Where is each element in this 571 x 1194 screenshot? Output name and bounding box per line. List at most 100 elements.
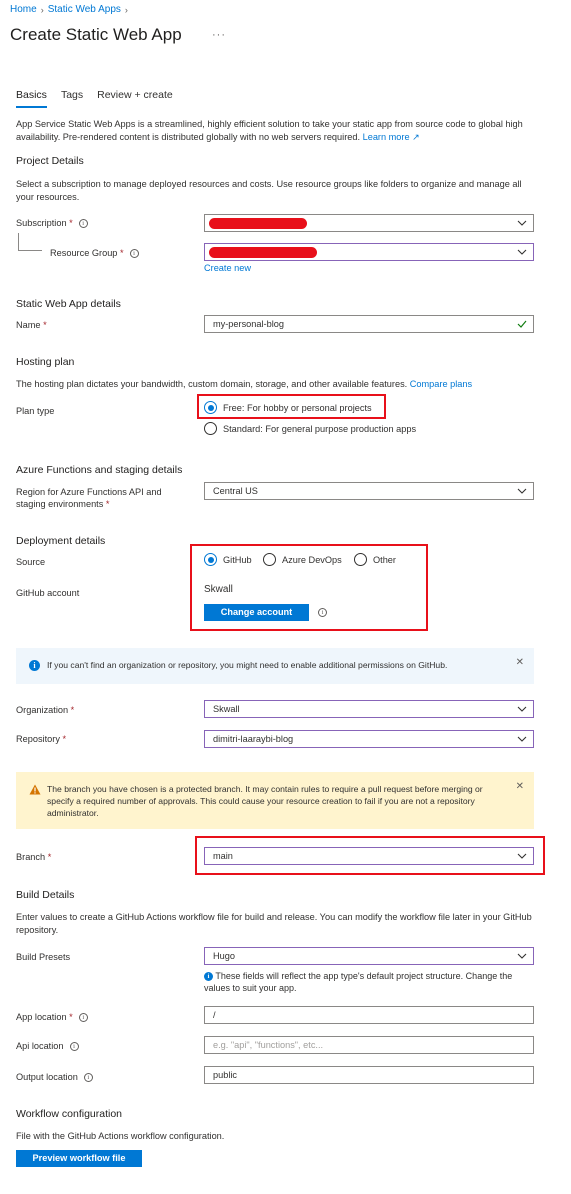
project-details-description: Select a subscription to manage deployed… <box>16 179 522 202</box>
info-icon[interactable]: i <box>78 219 88 229</box>
repository-label: Repository * <box>16 733 66 745</box>
region-dropdown[interactable]: Central US <box>204 482 534 500</box>
info-icon[interactable]: i <box>318 608 327 617</box>
required-marker: * <box>43 320 47 330</box>
info-icon[interactable]: i <box>78 1013 88 1023</box>
api-location-input[interactable]: e.g. "api", "functions", etc... <box>204 1036 534 1054</box>
close-icon[interactable]: ✕ <box>516 781 524 792</box>
resource-group-label: Resource Group * i <box>50 247 139 259</box>
more-options-icon[interactable]: ··· <box>212 29 226 41</box>
info-icon[interactable]: i <box>129 249 139 259</box>
chevron-down-icon <box>517 704 527 714</box>
organization-label-text: Organization <box>16 705 69 715</box>
build-description: Enter values to create a GitHub Actions … <box>16 912 532 935</box>
info-icon[interactable]: i <box>83 1073 93 1083</box>
page-title: Create Static Web App <box>10 25 182 44</box>
tab-bar: Basics Tags Review + create <box>16 89 173 108</box>
region-value: Central US <box>213 486 258 496</box>
redaction-mark <box>209 218 307 229</box>
build-presets-dropdown[interactable]: Hugo <box>204 947 534 965</box>
info-filled-icon: i <box>204 972 213 982</box>
breadcrumb-static-web-apps[interactable]: Static Web Apps <box>48 4 121 15</box>
resource-group-dropdown[interactable] <box>204 243 534 261</box>
workflow-description: File with the GitHub Actions workflow co… <box>16 1131 225 1141</box>
plan-free-radio[interactable]: Free: For hobby or personal projects <box>204 401 372 414</box>
output-location-label: Output location i <box>16 1071 93 1083</box>
learn-more-link[interactable]: Learn more ↗ <box>363 132 420 142</box>
source-other-radio[interactable]: Other <box>354 553 396 566</box>
output-location-label-text: Output location <box>16 1072 78 1082</box>
build-presets-label: Build Presets <box>16 952 71 962</box>
warning-banner-text: The branch you have chosen is a protecte… <box>47 784 483 818</box>
warning-banner: The branch you have chosen is a protecte… <box>16 772 534 829</box>
info-filled-icon: i <box>29 660 40 671</box>
subscription-dropdown[interactable] <box>204 214 534 232</box>
info-banner: i If you can't find an organization or r… <box>16 648 534 684</box>
required-marker: * <box>119 248 124 258</box>
tree-connector <box>18 233 42 251</box>
breadcrumb-home[interactable]: Home <box>10 4 37 15</box>
api-location-label-text: Api location <box>16 1041 64 1051</box>
api-location-label: Api location i <box>16 1040 79 1052</box>
required-marker: * <box>70 705 75 715</box>
source-github-label: GitHub <box>223 554 252 565</box>
github-account-label: GitHub account <box>16 588 80 598</box>
external-link-icon: ↗ <box>412 132 420 142</box>
chevron-right-icon: › <box>40 4 44 15</box>
plan-standard-label: Standard: For general purpose production… <box>223 423 417 434</box>
app-location-label: App location * i <box>16 1011 88 1023</box>
build-presets-note: i These fields will reflect the app type… <box>204 970 524 994</box>
required-marker: * <box>69 218 73 228</box>
chevron-down-icon <box>517 486 527 496</box>
change-account-button[interactable]: Change account <box>204 604 309 621</box>
warning-icon <box>29 784 41 798</box>
name-input[interactable]: my-personal-blog <box>204 315 534 333</box>
preview-workflow-button[interactable]: Preview workflow file <box>16 1150 142 1167</box>
organization-dropdown[interactable]: Skwall <box>204 700 534 718</box>
plan-standard-radio[interactable]: Standard: For general purpose production… <box>204 422 416 435</box>
repository-label-text: Repository <box>16 734 60 744</box>
radio-unselected-icon <box>204 422 217 435</box>
required-marker: * <box>47 852 52 862</box>
chevron-down-icon <box>517 218 527 228</box>
checkmark-icon <box>517 319 527 329</box>
source-azure-devops-label: Azure DevOps <box>282 554 342 565</box>
organization-value: Skwall <box>213 704 240 714</box>
name-label: Name * <box>16 319 47 331</box>
breadcrumb: Home › Static Web Apps › <box>10 4 128 15</box>
subscription-label: Subscription * i <box>16 217 88 229</box>
tab-basics[interactable]: Basics <box>16 89 47 108</box>
repository-value: dimitri-laaraybi-blog <box>213 734 294 744</box>
chevron-down-icon <box>517 951 527 961</box>
app-location-label-text: App location <box>16 1012 67 1022</box>
resource-group-label-text: Resource Group <box>50 248 118 258</box>
plan-type-label: Plan type <box>16 406 55 416</box>
info-banner-text: If you can't find an organization or rep… <box>47 660 448 670</box>
tab-tags[interactable]: Tags <box>61 89 83 108</box>
chevron-down-icon <box>517 851 527 861</box>
region-label-line-1: Region for Azure Functions API and <box>16 487 162 497</box>
chevron-down-icon <box>517 734 527 744</box>
workflow-heading: Workflow configuration <box>16 1108 123 1120</box>
region-label: Region for Azure Functions API and stagi… <box>16 486 162 510</box>
repository-dropdown[interactable]: dimitri-laaraybi-blog <box>204 730 534 748</box>
learn-more-label: Learn more <box>362 132 410 142</box>
build-presets-value: Hugo <box>213 951 235 961</box>
build-details-heading: Build Details <box>16 889 75 901</box>
app-location-input[interactable]: / <box>204 1006 534 1024</box>
branch-dropdown[interactable]: main <box>204 847 534 865</box>
project-details-heading: Project Details <box>16 155 84 167</box>
output-location-input[interactable]: public <box>204 1066 534 1084</box>
name-label-text: Name <box>16 320 41 330</box>
info-icon[interactable]: i <box>69 1042 79 1052</box>
source-github-radio[interactable]: GitHub <box>204 553 252 566</box>
tab-review-create[interactable]: Review + create <box>97 89 173 108</box>
create-new-link[interactable]: Create new <box>204 263 251 273</box>
name-value: my-personal-blog <box>213 319 284 329</box>
compare-plans-link[interactable]: Compare plans <box>410 379 472 389</box>
source-label: Source <box>16 557 46 567</box>
plan-free-label: Free: For hobby or personal projects <box>223 402 372 413</box>
close-icon[interactable]: ✕ <box>516 657 524 668</box>
radio-unselected-icon <box>263 553 276 566</box>
source-azure-devops-radio[interactable]: Azure DevOps <box>263 553 342 566</box>
